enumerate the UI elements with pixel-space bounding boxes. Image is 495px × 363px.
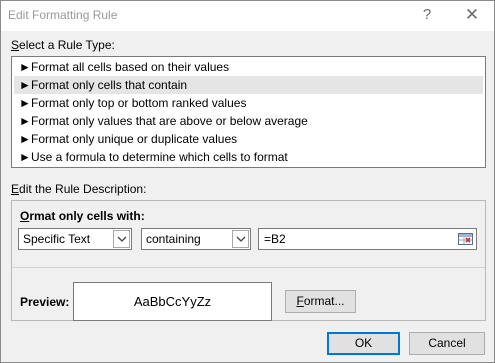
rule-type-item[interactable]: ►Format only top or bottom ranked values <box>14 94 483 112</box>
rule-type-item-label: Format all cells based on their values <box>31 60 230 74</box>
operator-value: containing <box>146 232 201 246</box>
rule-type-item-label: Use a formula to determine which cells t… <box>31 150 288 164</box>
formula-value: =B2 <box>264 232 286 246</box>
rule-type-item-label: Format only values that are above or bel… <box>31 114 308 128</box>
format-only-cells-label: Ormat only cells with: <box>20 209 145 223</box>
rule-type-label-rest: elect a Rule Type: <box>19 38 115 52</box>
rule-type-item-label: Format only cells that contain <box>31 78 188 92</box>
arrow-right-icon: ► <box>19 132 31 146</box>
rule-type-item[interactable]: ►Use a formula to determine which cells … <box>14 148 483 166</box>
rule-type-item-selected[interactable]: ►Format only cells that contain <box>14 76 483 94</box>
format-button-accel: F <box>296 294 304 308</box>
arrow-right-icon: ► <box>19 150 31 164</box>
arrow-right-icon: ► <box>19 114 31 128</box>
help-button[interactable]: ? <box>415 5 439 25</box>
format-button[interactable]: Format... <box>285 290 356 313</box>
divider <box>12 267 485 268</box>
chevron-down-icon[interactable] <box>113 230 130 248</box>
cancel-button[interactable]: Cancel <box>409 332 485 355</box>
rule-type-item[interactable]: ►Format all cells based on their values <box>14 58 483 76</box>
chevron-down-icon[interactable] <box>232 230 249 248</box>
edit-formatting-rule-dialog: Edit Formatting Rule ? ✕ Select a Rule T… <box>0 0 495 363</box>
rule-type-label: Select a Rule Type: <box>11 38 115 52</box>
window-title: Edit Formatting Rule <box>8 8 118 22</box>
title-bar[interactable]: Edit Formatting Rule ? ✕ <box>1 1 494 31</box>
ok-button[interactable]: OK <box>327 332 400 355</box>
arrow-right-icon: ► <box>19 96 31 110</box>
rule-type-item[interactable]: ►Format only unique or duplicate values <box>14 130 483 148</box>
rule-type-item[interactable]: ►Format only values that are above or be… <box>14 112 483 130</box>
rule-type-list[interactable]: ►Format all cells based on their values … <box>11 56 486 168</box>
condition-type-dropdown[interactable]: Specific Text <box>18 228 132 250</box>
condition-type-value: Specific Text <box>23 232 91 246</box>
preview-label: Preview: <box>20 295 70 309</box>
rule-description-label-rest: dit the Rule Description: <box>19 182 147 196</box>
formula-input[interactable]: =B2 <box>258 228 477 250</box>
format-button-label-rest: ormat... <box>303 294 345 308</box>
rule-type-item-label: Format only top or bottom ranked values <box>31 96 247 110</box>
range-select-icon[interactable] <box>457 231 474 247</box>
arrow-right-icon: ► <box>19 60 31 74</box>
preview-box: AaBbCcYyZz <box>73 282 272 321</box>
operator-dropdown[interactable]: containing <box>141 228 251 250</box>
preview-sample-text: AaBbCcYyZz <box>133 294 212 309</box>
arrow-right-icon: ► <box>19 78 31 92</box>
rule-type-item-label: Format only unique or duplicate values <box>31 132 238 146</box>
format-only-cells-label-rest: rmat only cells with: <box>29 209 145 223</box>
close-button[interactable]: ✕ <box>460 5 484 25</box>
rule-description-label: Edit the Rule Description: <box>11 182 147 196</box>
